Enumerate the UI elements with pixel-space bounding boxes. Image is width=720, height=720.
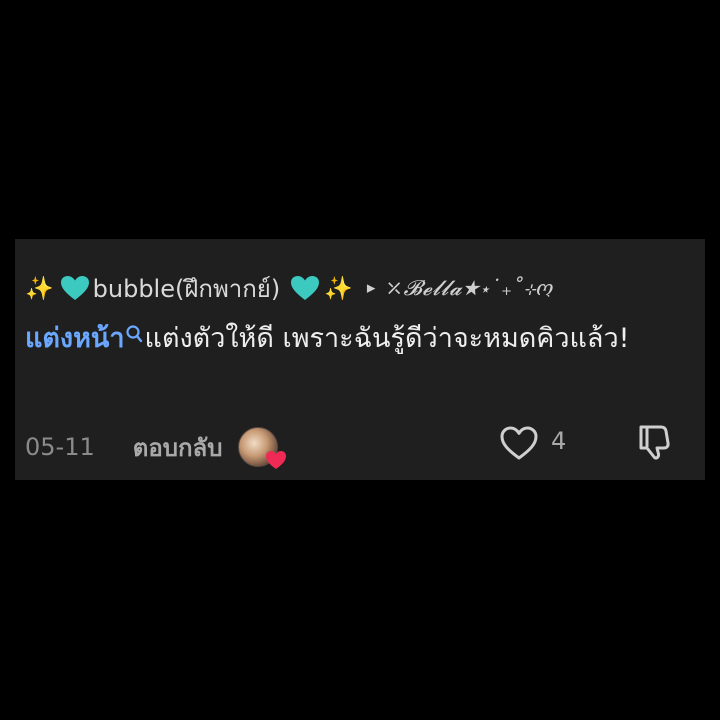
sparkles-icon: ✨ bbox=[25, 275, 54, 302]
search-icon[interactable] bbox=[125, 324, 145, 346]
comment-text: แต่งตัวให้ดี เพราะฉันรู้ดีว่าจะหมดคิวแล้… bbox=[144, 323, 630, 354]
comment-date: 05-11 bbox=[25, 433, 95, 461]
like-count: 4 bbox=[551, 427, 567, 455]
reply-target-name[interactable]: ⤫𝓑𝓮𝓵𝓵𝓪★⋆˙₊˚⊹ო bbox=[385, 276, 554, 301]
search-keyword-link[interactable]: แต่งหน้า bbox=[25, 323, 125, 354]
heart-badge-icon bbox=[266, 451, 287, 469]
comment-author-row: ✨ bubble(ฝึกพากย์) ✨ ▸ ⤫𝓑𝓮𝓵𝓵𝓪★⋆˙₊˚⊹ო bbox=[25, 273, 554, 303]
sparkles-icon: ✨ bbox=[324, 275, 353, 302]
reply-button[interactable]: ตอบกลับ bbox=[133, 428, 223, 467]
reply-arrow-icon: ▸ bbox=[366, 278, 376, 298]
comment-body: แต่งหน้า แต่งตัวให้ดี เพราะฉันรู้ดีว่าจะห… bbox=[25, 318, 665, 360]
like-heart-icon[interactable] bbox=[499, 425, 539, 461]
teal-heart-icon bbox=[60, 276, 89, 300]
teal-heart-icon bbox=[291, 276, 320, 300]
author-name[interactable]: bubble(ฝึกพากย์) bbox=[93, 269, 281, 308]
comment-card: ✨ bubble(ฝึกพากย์) ✨ ▸ ⤫𝓑𝓮𝓵𝓵𝓪★⋆˙₊˚⊹ო แต่… bbox=[15, 239, 705, 480]
dislike-icon[interactable] bbox=[637, 421, 675, 461]
comment-meta-row: 05-11 ตอบกลับ bbox=[25, 427, 287, 469]
avatar[interactable] bbox=[238, 427, 287, 469]
